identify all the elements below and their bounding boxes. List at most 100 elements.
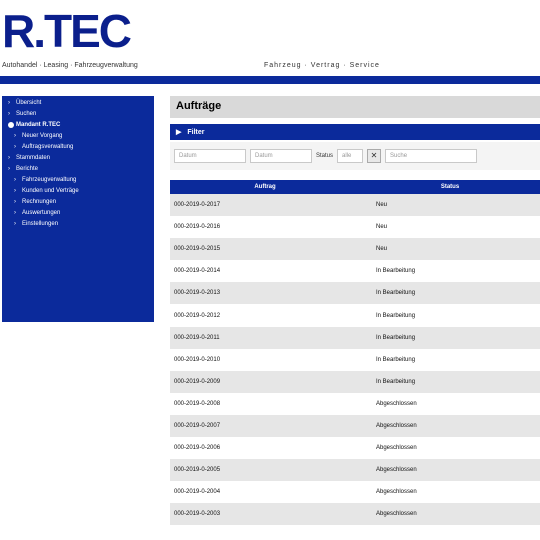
search-input[interactable]: Suche [385, 149, 478, 163]
sidebar-item-label: Fahrzeugverwaltung [22, 177, 77, 183]
table-row[interactable]: 000-2019-0-2004 Abgeschlossen [170, 481, 540, 504]
page-title: Aufträge [170, 96, 540, 118]
table-body: 000-2019-0-2017 Neu 000-2019-0-2016 Neu 000-… [170, 194, 540, 526]
date-from-input[interactable]: Datum [174, 149, 246, 163]
status-select[interactable]: alle [337, 149, 364, 163]
table-row[interactable]: 000-2019-0-2010 In Bearbeitung [170, 348, 540, 371]
chevron-right-icon: › [8, 155, 10, 161]
status-cell: Neu [376, 246, 388, 253]
status-cell: Abgeschlossen [376, 422, 417, 429]
sidebar-item-label: Auftragsverwaltung [22, 144, 74, 150]
sidebar-item-9[interactable]: › Rechnungen [8, 199, 150, 206]
column-header-order[interactable]: Auftrag [170, 180, 360, 194]
sidebar-item-label: Übersicht [16, 100, 42, 106]
sidebar-item-3[interactable]: › Neuer Vorgang [8, 133, 150, 140]
sidebar-item-4[interactable]: › Auftragsverwaltung [8, 144, 150, 151]
order-number-cell[interactable]: 000-2019-0-2008 [170, 401, 374, 407]
sidebar-item-8[interactable]: › Kunden und Verträge [8, 188, 150, 195]
sidebar-item-2[interactable]: Mandant R.TEC [8, 122, 150, 129]
table-row[interactable]: 000-2019-0-2009 In Bearbeitung [170, 370, 540, 393]
column-header-status[interactable]: Status [360, 180, 540, 194]
sidebar-item-label: Einstellungen [22, 221, 59, 227]
bullet-circle-icon [8, 122, 14, 128]
chevron-right-icon: › [14, 221, 16, 227]
sidebar-item-label: Mandant R.TEC [16, 122, 61, 128]
sidebar-item-label: Berichte [16, 166, 39, 172]
status-cell: In Bearbeitung [376, 378, 416, 385]
sidebar-item-label: Neuer Vorgang [22, 133, 63, 139]
table-row[interactable]: 000-2019-0-2008 Abgeschlossen [170, 392, 540, 415]
status-cell: In Bearbeitung [376, 312, 416, 319]
filter-title: Filter [187, 128, 205, 136]
table-row[interactable]: 000-2019-0-2013 In Bearbeitung [170, 282, 540, 305]
chevron-right-icon: › [14, 188, 16, 194]
sidebar-item-label: Stammdaten [16, 155, 51, 161]
table-row[interactable]: 000-2019-0-2016 Neu [170, 216, 540, 239]
order-number-cell[interactable]: 000-2019-0-2017 [170, 202, 374, 208]
order-number-cell[interactable]: 000-2019-0-2015 [170, 246, 374, 252]
status-cell: In Bearbeitung [376, 268, 416, 275]
sidebar-item-11[interactable]: › Einstellungen [8, 221, 150, 228]
order-number-cell[interactable]: 000-2019-0-2003 [170, 511, 374, 517]
status-cell: In Bearbeitung [376, 334, 416, 341]
order-number-cell[interactable]: 000-2019-0-2012 [170, 313, 374, 319]
status-cell: In Bearbeitung [376, 356, 416, 363]
logo[interactable]: R.TEC [2, 8, 132, 54]
chevron-right-icon: › [14, 199, 16, 205]
table-row[interactable]: 000-2019-0-2017 Neu [170, 194, 540, 217]
triangle-right-icon: ▶ [176, 129, 182, 136]
order-number-cell[interactable]: 000-2019-0-2013 [170, 290, 374, 296]
sidebar-item-5[interactable]: › Stammdaten [8, 155, 150, 162]
sidebar-item-0[interactable]: › Übersicht [8, 100, 150, 107]
orders-table: Auftrag Status 000-2019-0-2017 Neu 000-201… [170, 180, 540, 526]
table-row[interactable]: 000-2019-0-2014 In Bearbeitung [170, 260, 540, 283]
filter-row: Datum Datum Status alle ✕ Suche [170, 142, 540, 170]
sidebar-item-label: Auswertungen [22, 210, 61, 216]
order-number-cell[interactable]: 000-2019-0-2014 [170, 268, 374, 274]
order-number-cell[interactable]: 000-2019-0-2010 [170, 357, 374, 363]
order-number-cell[interactable]: 000-2019-0-2006 [170, 445, 374, 451]
order-number-cell[interactable]: 000-2019-0-2005 [170, 467, 374, 473]
clear-filter-button[interactable]: ✕ [367, 149, 382, 163]
sidebar-nav: › Übersicht › Suchen Mandant R.TEC › Neuer Vor… [2, 96, 154, 322]
chevron-right-icon: › [14, 210, 16, 216]
status-cell: Abgeschlossen [376, 445, 417, 452]
sidebar-item-label: Rechnungen [22, 199, 57, 205]
sidebar-item-label: Kunden und Verträge [22, 188, 79, 194]
table-row[interactable]: 000-2019-0-2011 In Bearbeitung [170, 326, 540, 349]
order-number-cell[interactable]: 000-2019-0-2011 [170, 335, 374, 341]
order-number-cell[interactable]: 000-2019-0-2016 [170, 224, 374, 230]
main-content: Aufträge ▶ Filter Datum Datum Status all… [170, 96, 540, 526]
header-subtitle-left: Autohandel · Leasing · Fahrzeugverwaltun… [2, 62, 138, 69]
status-label: Status [316, 153, 334, 159]
order-number-cell[interactable]: 000-2019-0-2004 [170, 489, 374, 495]
status-cell: Neu [376, 224, 388, 231]
status-cell: Abgeschlossen [376, 489, 417, 496]
status-cell: Abgeschlossen [376, 511, 417, 518]
table-row[interactable]: 000-2019-0-2012 In Bearbeitung [170, 304, 540, 327]
chevron-right-icon: › [14, 177, 16, 183]
chevron-right-icon: › [8, 100, 10, 106]
chevron-right-icon: › [8, 166, 10, 172]
sidebar-item-label: Suchen [16, 111, 37, 117]
chevron-right-icon: › [14, 144, 16, 150]
filter-panel-header[interactable]: ▶ Filter [170, 124, 540, 140]
table-row[interactable]: 000-2019-0-2007 Abgeschlossen [170, 414, 540, 438]
table-row[interactable]: 000-2019-0-2003 Abgeschlossen [170, 503, 540, 526]
table-row[interactable]: 000-2019-0-2006 Abgeschlossen [170, 437, 540, 460]
sidebar-item-1[interactable]: › Suchen [8, 111, 150, 118]
order-number-cell[interactable]: 000-2019-0-2009 [170, 379, 374, 385]
sidebar-item-7[interactable]: › Fahrzeugverwaltung [8, 177, 150, 184]
sidebar-item-10[interactable]: › Auswertungen [8, 210, 150, 217]
chevron-right-icon: › [8, 111, 10, 117]
table-row[interactable]: 000-2019-0-2005 Abgeschlossen [170, 459, 540, 482]
sidebar-item-6[interactable]: › Berichte [8, 166, 150, 173]
status-cell: Abgeschlossen [376, 467, 417, 474]
header-subtitle-right: Fahrzeug · Vertrag · Service [264, 62, 380, 69]
table-header: Auftrag Status [170, 180, 540, 194]
order-number-cell[interactable]: 000-2019-0-2007 [170, 423, 374, 429]
date-to-input[interactable]: Datum [250, 149, 312, 163]
top-bar [0, 76, 540, 84]
chevron-right-icon: › [14, 133, 16, 139]
table-row[interactable]: 000-2019-0-2015 Neu [170, 238, 540, 261]
